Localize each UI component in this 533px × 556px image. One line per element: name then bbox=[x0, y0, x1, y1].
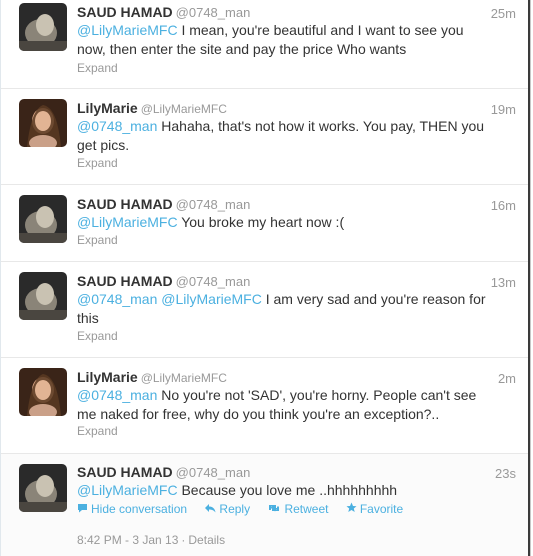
tweet-time[interactable]: 19m bbox=[491, 102, 516, 117]
reply-label: Reply bbox=[219, 502, 251, 516]
tweet-text: @0748_man No you're not 'SAD', you're ho… bbox=[77, 386, 497, 424]
fullname[interactable]: SAUD HAMAD bbox=[77, 464, 173, 480]
avatar[interactable] bbox=[19, 99, 67, 147]
tweet-text-part: me naked for free, why do you think you'… bbox=[77, 406, 440, 422]
tweet-text: @LilyMarieMFC You broke my heart now :( bbox=[77, 213, 497, 232]
favorite-label: Favorite bbox=[359, 502, 404, 516]
reply-arrow-icon bbox=[204, 503, 216, 516]
tweet-meta: 8:42 PM - 3 Jan 13 · Details bbox=[77, 533, 225, 547]
tweet-time[interactable]: 2m bbox=[498, 371, 516, 386]
tweet-text-part: Because you love me ..hhhhhhhhh bbox=[177, 482, 398, 498]
reply-button[interactable]: Reply bbox=[204, 502, 250, 516]
tweet-header: LilyMarie @LilyMarieMFC bbox=[77, 100, 227, 118]
mention-link[interactable]: @LilyMarieMFC bbox=[77, 22, 178, 38]
avatar[interactable] bbox=[19, 3, 67, 51]
tweet-item[interactable]: SAUD HAMAD @0748_man 25m @LilyMarieMFC I … bbox=[1, 0, 529, 89]
tweet-item[interactable]: LilyMarie @LilyMarieMFC 2m @0748_man No y… bbox=[1, 358, 529, 454]
favorite-button[interactable]: Favorite bbox=[346, 502, 403, 516]
username[interactable]: @0748_man bbox=[176, 274, 251, 289]
username[interactable]: @LilyMarieMFC bbox=[141, 371, 227, 385]
avatar[interactable] bbox=[19, 368, 67, 416]
tweet-header: SAUD HAMAD @0748_man bbox=[77, 196, 250, 213]
tweet-text-part: No you're not 'SAD', you're horny. Peopl… bbox=[157, 387, 477, 403]
tweet-time[interactable]: 25m bbox=[491, 6, 516, 21]
hide-conversation-label: Hide conversation bbox=[91, 502, 188, 516]
separator: · bbox=[181, 533, 186, 547]
hide-conversation-button[interactable]: Hide conversation bbox=[77, 502, 187, 516]
fullname[interactable]: LilyMarie bbox=[77, 100, 138, 116]
avatar[interactable] bbox=[19, 195, 67, 243]
fullname[interactable]: SAUD HAMAD bbox=[77, 4, 173, 20]
details-link[interactable]: Details bbox=[188, 533, 225, 547]
mention-link[interactable]: @LilyMarieMFC bbox=[77, 214, 178, 230]
conversation-timeline: SAUD HAMAD @0748_man 25m @LilyMarieMFC I … bbox=[0, 0, 531, 556]
tweet-time[interactable]: 23s bbox=[495, 466, 516, 481]
avatar[interactable] bbox=[19, 464, 67, 512]
speech-bubble-icon bbox=[77, 503, 88, 516]
retweet-button[interactable]: Retweet bbox=[267, 502, 328, 516]
tweet-text-part: now, then enter the site and pay the pri… bbox=[77, 41, 407, 57]
username[interactable]: @0748_man bbox=[176, 465, 251, 480]
mention-link[interactable]: @0748_man bbox=[77, 291, 157, 307]
avatar[interactable] bbox=[19, 272, 67, 320]
expand-link[interactable]: Expand bbox=[77, 329, 118, 343]
username[interactable]: @0748_man bbox=[176, 5, 251, 20]
tweet-text: @LilyMarieMFC I mean, you're beautiful a… bbox=[77, 21, 497, 59]
tweet-header: LilyMarie @LilyMarieMFC bbox=[77, 369, 227, 387]
tweet-header: SAUD HAMAD @0748_man bbox=[77, 464, 250, 481]
tweet-text-part: You broke my heart now :( bbox=[177, 214, 345, 230]
retweet-label: Retweet bbox=[284, 502, 329, 516]
tweet-text-part: Hahaha, that's not how it works. You pay… bbox=[157, 118, 485, 134]
mention-link[interactable]: @LilyMarieMFC bbox=[161, 291, 262, 307]
tweet-time[interactable]: 16m bbox=[491, 198, 516, 213]
mention-link[interactable]: @0748_man bbox=[77, 387, 157, 403]
tweet-header: SAUD HAMAD @0748_man bbox=[77, 4, 250, 21]
expand-link[interactable]: Expand bbox=[77, 61, 118, 75]
tweet-text-part: get pics. bbox=[77, 137, 130, 153]
tweet-actions: Hide conversation Reply Retweet Favorite bbox=[77, 502, 417, 516]
tweet-header: SAUD HAMAD @0748_man bbox=[77, 273, 250, 290]
fullname[interactable]: SAUD HAMAD bbox=[77, 273, 173, 289]
tweet-text-part: I mean, you're beautiful and I want to s… bbox=[177, 22, 464, 38]
tweet-item[interactable]: SAUD HAMAD @0748_man 13m @0748_man @LilyM… bbox=[1, 262, 529, 358]
mention-link[interactable]: @0748_man bbox=[77, 118, 157, 134]
username[interactable]: @0748_man bbox=[176, 197, 251, 212]
tweet-item[interactable]: SAUD HAMAD @0748_man 16m @LilyMarieMFC Yo… bbox=[1, 185, 529, 262]
expand-link[interactable]: Expand bbox=[77, 424, 118, 438]
tweet-text: @0748_man Hahaha, that's not how it work… bbox=[77, 117, 497, 155]
star-icon bbox=[346, 502, 357, 516]
expand-link[interactable]: Expand bbox=[77, 233, 118, 247]
tweet-text-part: this bbox=[77, 310, 99, 326]
username[interactable]: @LilyMarieMFC bbox=[141, 102, 227, 116]
tweet-text: @LilyMarieMFC Because you love me ..hhhh… bbox=[77, 481, 497, 500]
tweet-text: @0748_man @LilyMarieMFC I am very sad an… bbox=[77, 290, 497, 328]
tweet-item[interactable]: LilyMarie @LilyMarieMFC 19m @0748_man Hah… bbox=[1, 89, 529, 185]
expand-link[interactable]: Expand bbox=[77, 156, 118, 170]
tweet-text-part: I am very sad and you're reason for bbox=[261, 291, 486, 307]
fullname[interactable]: LilyMarie bbox=[77, 369, 138, 385]
tweet-time[interactable]: 13m bbox=[491, 275, 516, 290]
scrollbar-edge bbox=[528, 0, 530, 556]
fullname[interactable]: SAUD HAMAD bbox=[77, 196, 173, 212]
tweet-timestamp[interactable]: 8:42 PM - 3 Jan 13 bbox=[77, 533, 178, 547]
retweet-icon bbox=[267, 503, 281, 516]
mention-link[interactable]: @LilyMarieMFC bbox=[77, 482, 178, 498]
